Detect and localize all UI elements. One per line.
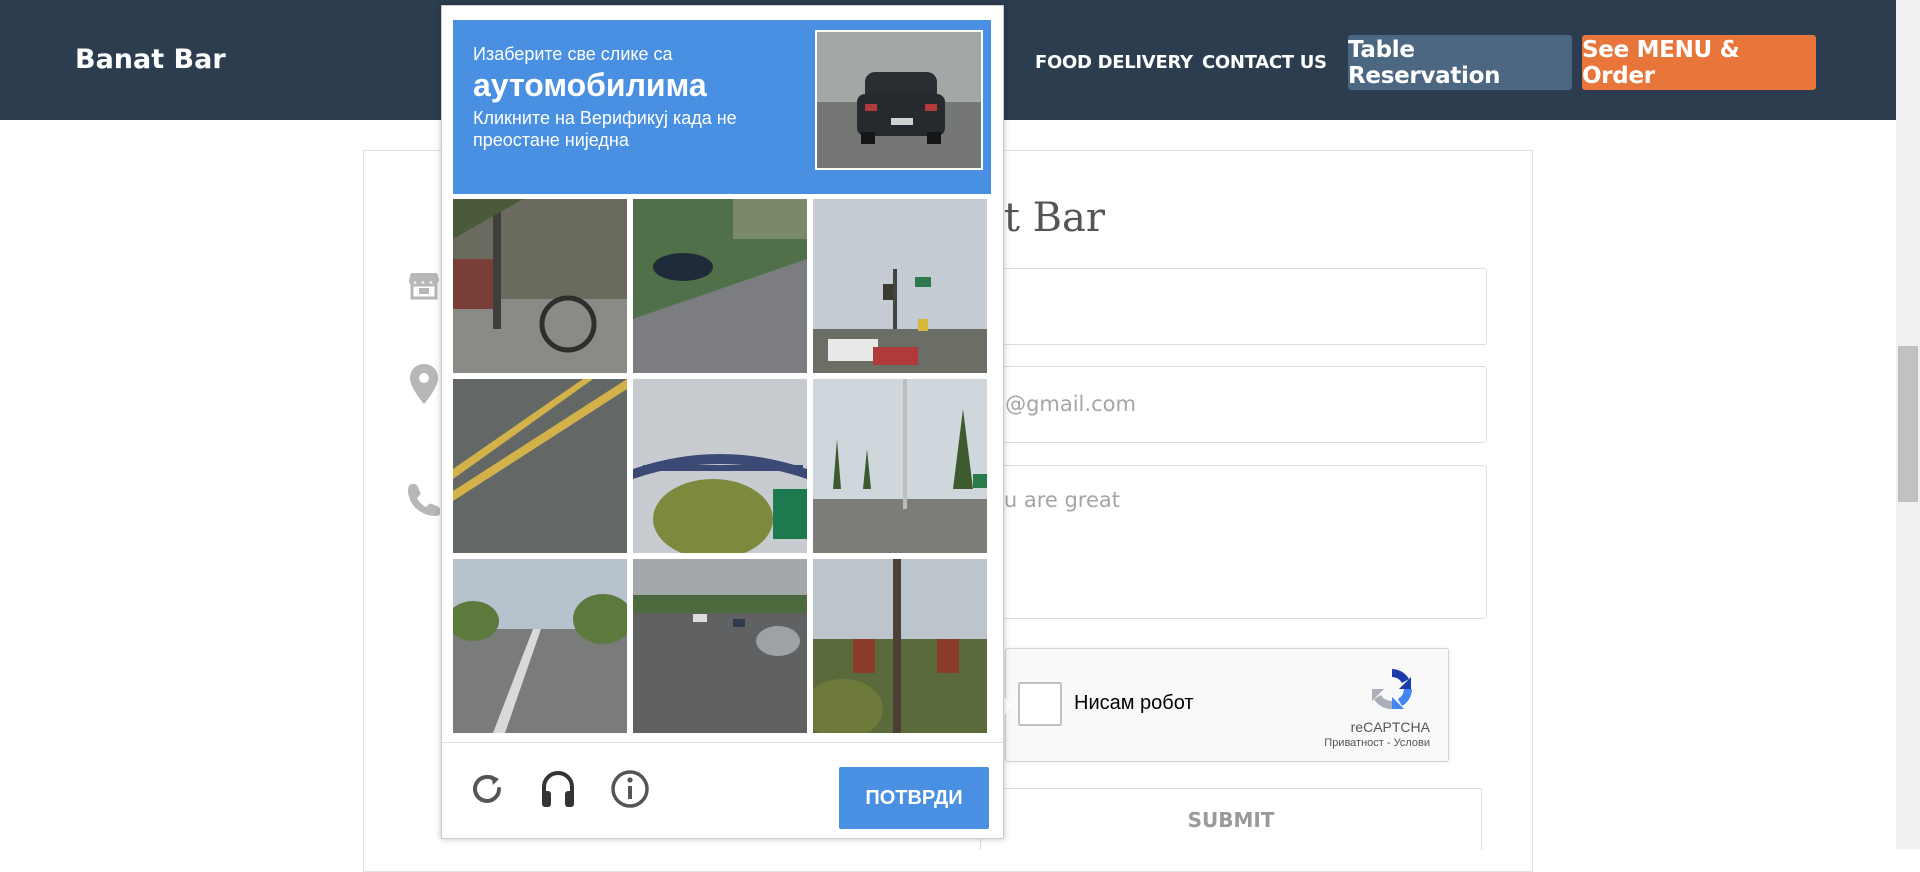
map-pin-icon xyxy=(410,364,438,413)
recaptcha-checkbox[interactable] xyxy=(1018,682,1062,726)
message-textarea[interactable]: ou are great xyxy=(980,465,1487,619)
instruction-line-1: Изаберите све слике са xyxy=(473,44,673,64)
instruction-line-2: Кликните на Верификуј када не преостане … xyxy=(473,108,737,150)
grid-tile[interactable] xyxy=(453,199,627,373)
challenge-footer: ПОТВРДИ xyxy=(442,742,1003,839)
scrollbar-thumb[interactable] xyxy=(1898,346,1918,502)
audio-icon[interactable] xyxy=(538,769,578,818)
grid-tile[interactable] xyxy=(813,559,987,733)
recaptcha-label: Нисам робот xyxy=(1074,692,1194,714)
example-car-image xyxy=(815,30,983,170)
recaptcha-logo-icon xyxy=(1368,665,1416,713)
info-icon[interactable] xyxy=(610,769,650,818)
brand-logo[interactable]: Banat Bar xyxy=(75,44,226,75)
nav-link-food-delivery[interactable]: FOOD DELIVERY xyxy=(1035,52,1193,73)
submit-button[interactable]: SUBMIT xyxy=(980,788,1482,850)
table-reservation-button[interactable]: Table Reservation xyxy=(1348,35,1572,90)
email-input[interactable]: ti@gmail.com xyxy=(980,366,1487,443)
grid-tile[interactable] xyxy=(453,379,627,553)
recaptcha-widget: Нисам робот reCAPTCHA Приватност - Услов… xyxy=(1005,648,1449,762)
grid-tile[interactable] xyxy=(633,379,807,553)
message-placeholder: ou are great xyxy=(991,488,1120,512)
email-placeholder: ti@gmail.com xyxy=(991,392,1136,416)
instruction-target: аутомобилима xyxy=(473,67,707,103)
captcha-challenge-dialog: Изаберите све слике са аутомобилима Клик… xyxy=(441,5,1004,839)
grid-tile[interactable] xyxy=(633,199,807,373)
see-menu-button[interactable]: See MENU & Order xyxy=(1582,35,1816,90)
challenge-header: Изаберите све слике са аутомобилима Клик… xyxy=(453,20,991,194)
grid-tile[interactable] xyxy=(813,199,987,373)
grid-tile[interactable] xyxy=(453,559,627,733)
grid-tile[interactable] xyxy=(813,379,987,553)
reload-icon[interactable] xyxy=(469,771,505,816)
name-input[interactable]: ti xyxy=(980,268,1487,345)
verify-button[interactable]: ПОТВРДИ xyxy=(839,767,989,829)
store-icon xyxy=(408,268,440,309)
recaptcha-privacy-terms-links[interactable]: Приватност - Услови xyxy=(1324,737,1430,749)
phone-icon xyxy=(408,482,440,525)
recaptcha-brand: reCAPTCHA xyxy=(1350,719,1430,735)
grid-tile[interactable] xyxy=(633,559,807,733)
nav-link-contact-us[interactable]: CONTACT US xyxy=(1202,52,1327,73)
